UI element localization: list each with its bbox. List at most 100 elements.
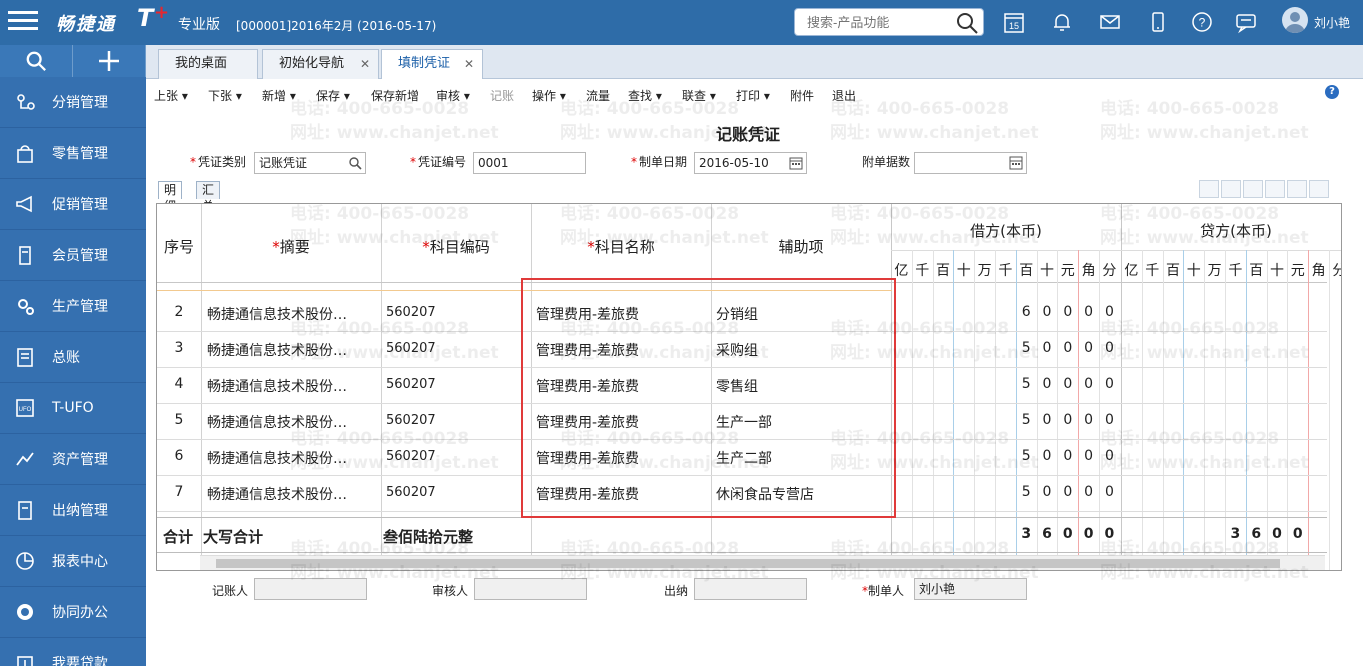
toolbar-button-11[interactable]: 打印 ▾ <box>736 87 770 104</box>
debit-unit-4: 万 <box>977 263 992 279</box>
cell-summary[interactable]: 畅捷通信息技术股份… <box>207 376 347 396</box>
toolbar-button-6[interactable]: 记账 <box>490 87 514 104</box>
user-avatar[interactable] <box>1282 7 1308 33</box>
toolbar-button-7[interactable]: 操作 ▾ <box>532 87 566 104</box>
help-icon[interactable]: ? <box>1325 85 1339 99</box>
voucher-number-label: * 凭证编号 <box>410 153 466 170</box>
cell-code[interactable]: 560207 <box>386 413 436 428</box>
cell-summary[interactable]: 畅捷通信息技术股份… <box>207 448 347 468</box>
sidebar-item-4[interactable]: 生产管理 <box>0 281 146 332</box>
calculator-icon[interactable] <box>1009 156 1023 170</box>
sidebar-item-9[interactable]: 报表中心 <box>0 536 146 587</box>
attachments-field[interactable] <box>914 152 1027 174</box>
cell-seq[interactable]: 2 <box>157 304 201 320</box>
debit-unit-0: 亿 <box>894 263 909 279</box>
user-name[interactable]: 刘小艳 <box>1314 14 1350 31</box>
debit-digit: 5 <box>1021 340 1031 356</box>
debit-unit-8: 元 <box>1060 263 1075 279</box>
sidebar-add-button[interactable] <box>73 45 146 77</box>
cell-code[interactable]: 560207 <box>386 341 436 356</box>
delete-row-icon[interactable] <box>1221 180 1241 198</box>
mail-icon[interactable] <box>1098 10 1122 34</box>
sidebar-item-5[interactable]: 总账 <box>0 332 146 383</box>
sidebar-item-label: T-UFO <box>52 400 94 416</box>
close-icon[interactable]: ✕ <box>360 50 370 78</box>
cell-code[interactable]: 560207 <box>386 485 436 500</box>
toolbar-button-3[interactable]: 保存 ▾ <box>316 87 350 104</box>
credit-total-digit: 0 <box>1272 526 1282 542</box>
mobile-icon[interactable] <box>1146 10 1170 34</box>
calendar-icon[interactable]: 15 <box>1002 10 1026 34</box>
field-value: 0001 <box>478 156 509 170</box>
credit-unit-5: 千 <box>1228 263 1243 279</box>
insert-row-icon[interactable] <box>1199 180 1219 198</box>
sidebar-item-0[interactable]: 分销管理 <box>0 77 146 128</box>
calendar-icon[interactable] <box>789 156 803 170</box>
cell-code[interactable]: 560207 <box>386 377 436 392</box>
sidebar-search-button[interactable] <box>0 45 73 77</box>
cell-seq[interactable]: 5 <box>157 412 201 428</box>
bell-icon[interactable] <box>1050 10 1074 34</box>
tab-fill-voucher[interactable]: 填制凭证 ✕ <box>381 49 483 80</box>
hamburger-menu-icon[interactable] <box>8 11 38 33</box>
cell-seq[interactable]: 7 <box>157 484 201 500</box>
attachments-label: 附单据数 <box>862 155 911 169</box>
search-icon[interactable] <box>955 11 979 35</box>
sidebar-item-2[interactable]: 促销管理 <box>0 179 146 230</box>
brand-logo: 畅捷通 <box>56 14 116 35</box>
cell-summary[interactable]: 畅捷通信息技术股份… <box>207 412 347 432</box>
toolbar-button-8[interactable]: 流量 <box>586 87 610 104</box>
tab-init-navigation[interactable]: 初始化导航 ✕ <box>262 49 379 79</box>
brand-logo-t: T <box>137 4 154 32</box>
voucher-number-field[interactable]: 0001 <box>473 152 586 174</box>
scroll-thumb[interactable] <box>216 559 1280 568</box>
settings-icon[interactable] <box>1243 180 1263 198</box>
debit-digit: 0 <box>1042 412 1052 428</box>
sidebar-item-3[interactable]: 会员管理 <box>0 230 146 281</box>
toolbar-button-2[interactable]: 新增 ▾ <box>262 87 296 104</box>
toolbar-button-1[interactable]: 下张 ▾ <box>208 87 242 104</box>
tab-my-desktop[interactable]: 我的桌面 <box>158 49 258 79</box>
sidebar-item-8[interactable]: 出纳管理 <box>0 485 146 536</box>
cell-summary[interactable]: 畅捷通信息技术股份… <box>207 304 347 324</box>
total-words: 叁佰陆拾元整 <box>383 528 474 546</box>
sidebar-item-11[interactable]: 我要贷款 <box>0 638 146 666</box>
voucher-title: 记账凭证 <box>716 125 781 144</box>
help-icon[interactable]: ? <box>1190 10 1214 34</box>
cell-code[interactable]: 560207 <box>386 449 436 464</box>
toolbar-button-12[interactable]: 附件 <box>790 87 814 104</box>
swap-icon[interactable] <box>1309 180 1329 198</box>
tab-summary[interactable]: 汇总 <box>196 181 221 213</box>
toolbar-button-4[interactable]: 保存新增 <box>371 87 419 104</box>
voucher-type-field[interactable]: 记账凭证 <box>254 152 366 174</box>
field-value: 记账凭证 <box>259 156 308 170</box>
toolbar-button-10[interactable]: 联查 ▾ <box>682 87 716 104</box>
lookup-icon[interactable] <box>348 156 362 170</box>
cell-seq[interactable]: 3 <box>157 340 201 356</box>
column-config-icon[interactable] <box>1287 180 1307 198</box>
toolbar-button-13[interactable]: 退出 <box>832 87 856 104</box>
horizontal-scrollbar[interactable] <box>200 555 1325 570</box>
global-search[interactable] <box>794 8 984 36</box>
cell-seq[interactable]: 4 <box>157 376 201 392</box>
toolbar-button-0[interactable]: 上张 ▾ <box>154 87 188 104</box>
cell-code[interactable]: 560207 <box>386 305 436 320</box>
search-input[interactable] <box>807 9 957 35</box>
sidebar-item-1[interactable]: 零售管理 <box>0 128 146 179</box>
toolbar-button-9[interactable]: 查找 ▾ <box>628 87 662 104</box>
close-icon[interactable]: ✕ <box>464 50 474 78</box>
required-mark: * <box>631 155 637 169</box>
sidebar-item-10[interactable]: 协同办公 <box>0 587 146 638</box>
credit-unit-1: 千 <box>1145 263 1160 279</box>
tab-bar: 我的桌面 初始化导航 ✕ 填制凭证 ✕ <box>146 45 1363 80</box>
feedback-icon[interactable] <box>1234 10 1258 34</box>
balance-icon[interactable] <box>1265 180 1285 198</box>
voucher-date-field[interactable]: 2016-05-10 <box>694 152 807 174</box>
tab-detail[interactable]: 明细 <box>158 181 183 213</box>
toolbar-button-5[interactable]: 审核 ▾ <box>436 87 470 104</box>
cell-summary[interactable]: 畅捷通信息技术股份… <box>207 340 347 360</box>
sidebar-item-6[interactable]: UFO T-UFO <box>0 383 146 434</box>
sidebar-item-7[interactable]: 资产管理 <box>0 434 146 485</box>
cell-summary[interactable]: 畅捷通信息技术股份… <box>207 484 347 504</box>
cell-seq[interactable]: 6 <box>157 448 201 464</box>
